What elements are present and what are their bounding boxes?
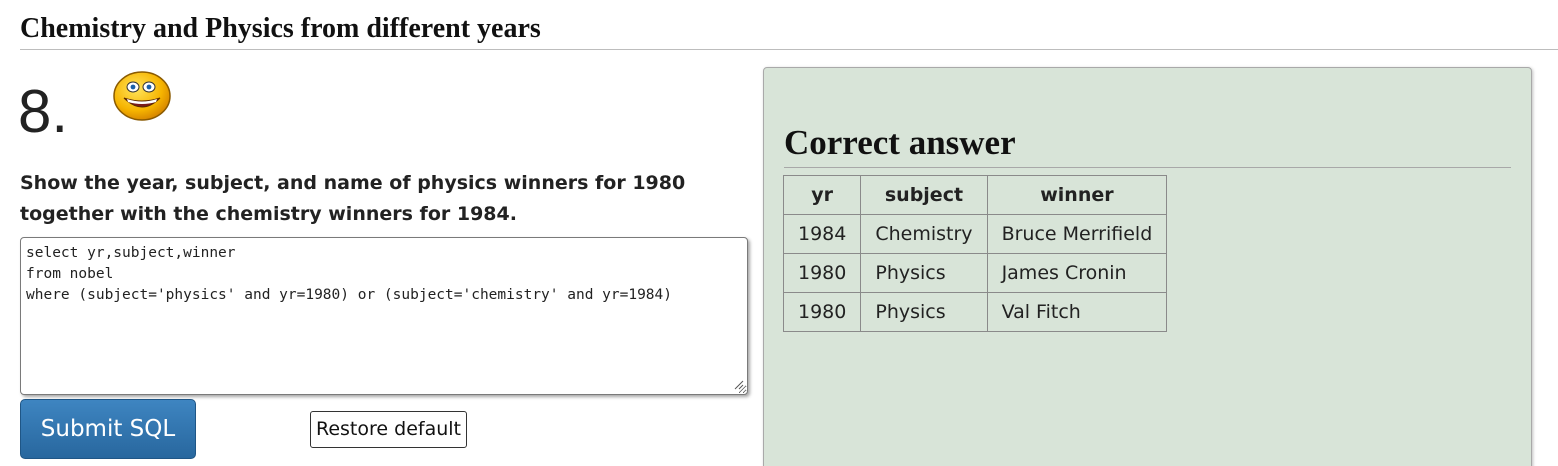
column-header-subject: subject [860, 175, 988, 215]
column-header-winner: winner [986, 175, 1168, 215]
column-header-yr: yr [782, 175, 862, 215]
cell-winner: Bruce Merrifield [986, 214, 1168, 254]
section-title: Chemistry and Physics from different yea… [20, 12, 1558, 50]
cell-yr: 1980 [782, 292, 862, 332]
answer-heading: Correct answer [784, 122, 1511, 168]
question-text: Show the year, subject, and name of phys… [20, 172, 686, 225]
table-row: 1980 Physics Val Fitch [782, 292, 1168, 332]
question-number: 8. [18, 78, 69, 145]
table-header-row: yr subject winner [782, 175, 1168, 215]
smiley-face-icon [113, 71, 171, 121]
cell-winner: James Cronin [986, 253, 1168, 293]
cell-winner: Val Fitch [986, 292, 1168, 332]
cell-subject: Physics [860, 253, 988, 293]
answer-table: yr subject winner 1984 Chemistry Bruce M… [782, 175, 1168, 332]
cell-yr: 1980 [782, 253, 862, 293]
restore-default-button[interactable]: Restore default [310, 411, 467, 448]
correct-answer-panel: Correct answer yr subject winner 1984 Ch… [763, 67, 1532, 466]
cell-subject: Chemistry [860, 214, 988, 254]
table-row: 1984 Chemistry Bruce Merrifield [782, 214, 1168, 254]
submit-sql-button[interactable]: Submit SQL [20, 399, 196, 459]
cell-subject: Physics [860, 292, 988, 332]
table-row: 1980 Physics James Cronin [782, 253, 1168, 293]
cell-yr: 1984 [782, 214, 862, 254]
page: Chemistry and Physics from different yea… [0, 0, 1558, 466]
sql-editor[interactable]: select yr,subject,winner from nobel wher… [20, 237, 748, 395]
resize-handle-icon[interactable] [734, 380, 744, 390]
